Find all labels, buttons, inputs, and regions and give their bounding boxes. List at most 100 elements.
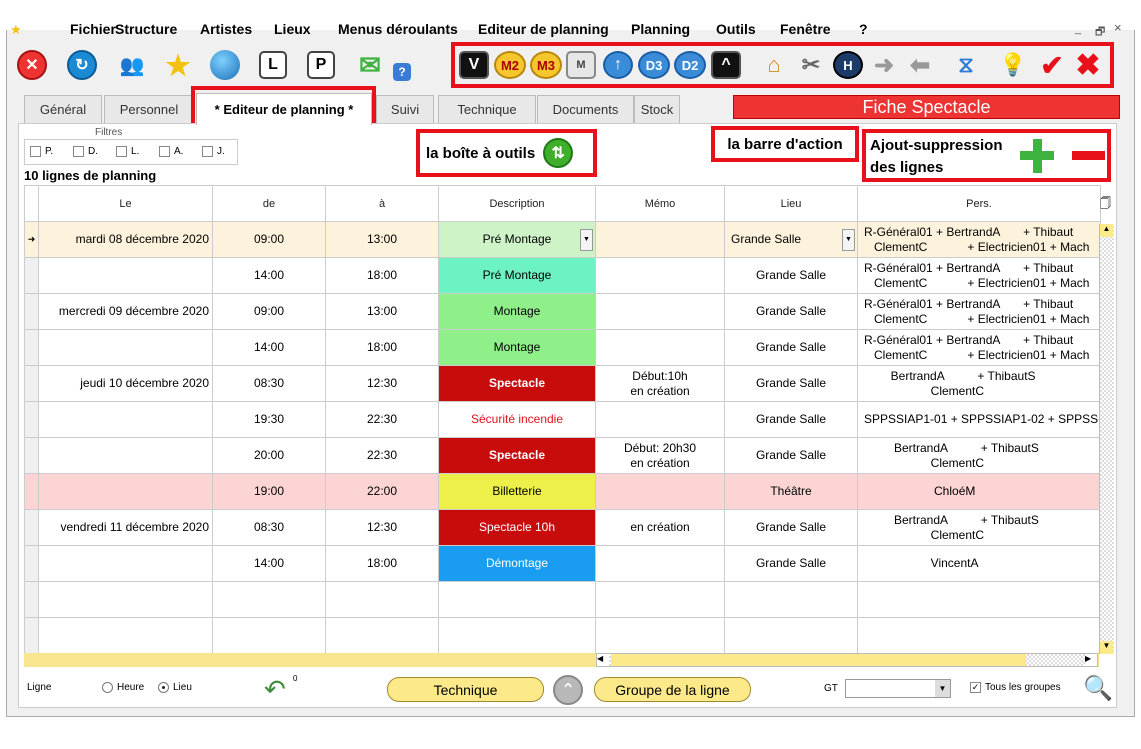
filter-1[interactable]: D. <box>73 146 98 157</box>
cell-memo[interactable] <box>595 617 725 654</box>
column-header-6[interactable]: Pers. <box>857 185 1101 222</box>
cell-a[interactable]: 18:00 <box>325 257 439 294</box>
horizontal-scrollbar[interactable]: ◀ ▶ <box>596 653 1098 667</box>
cell-lieu[interactable]: Grande Salle <box>724 293 858 330</box>
menu-4[interactable]: Menus déroulants <box>338 21 458 37</box>
cell-de[interactable]: 14:00 <box>212 545 326 582</box>
settings-help-button[interactable]: ? <box>390 47 414 83</box>
menu-9[interactable]: ? <box>859 21 868 37</box>
cell-lieu[interactable]: Grande Salle <box>724 329 858 366</box>
users-button[interactable]: 👥 <box>114 47 150 83</box>
vertical-scrollbar[interactable]: ▲ ▼ <box>1099 224 1114 654</box>
menu-6[interactable]: Planning <box>631 21 690 37</box>
cell-pers[interactable]: R-Général01 + BertrandA + Thibaut Clemen… <box>857 329 1101 366</box>
row-indicator[interactable] <box>24 437 39 474</box>
cell-le[interactable] <box>38 617 213 654</box>
m-button[interactable]: M <box>563 47 599 83</box>
cell-lieu[interactable]: Grande Salle ▼ <box>724 221 858 258</box>
menu-1[interactable]: Structure <box>115 21 177 37</box>
column-header-1[interactable]: de <box>212 185 326 222</box>
cell-a[interactable]: 22:30 <box>325 437 439 474</box>
chevron-down-icon[interactable]: ▼ <box>580 229 593 251</box>
table-row[interactable]: vendredi 11 décembre 2020 08:30 12:30 Spect… <box>24 509 1101 546</box>
cell-de[interactable]: 09:00 <box>212 293 326 330</box>
cell-lieu[interactable]: Grande Salle <box>724 545 858 582</box>
row-indicator[interactable] <box>24 473 39 510</box>
tab-1[interactable]: Personnel <box>104 95 194 123</box>
cell-lieu[interactable]: Grande Salle <box>724 365 858 402</box>
radio-heure[interactable]: Heure <box>102 682 144 693</box>
tab-6[interactable]: Stock <box>634 95 680 123</box>
filter-0[interactable]: P. <box>30 146 53 157</box>
radio-lieu[interactable]: Lieu <box>158 682 192 693</box>
column-header-0[interactable]: Le <box>38 185 213 222</box>
cell-pers[interactable]: BertrandA + ThibautS ClementC <box>857 437 1101 474</box>
window-close-icon[interactable]: × <box>1114 20 1122 35</box>
groupe-ligne-button[interactable]: Groupe de la ligne <box>594 677 751 702</box>
cell-de[interactable]: 14:00 <box>212 329 326 366</box>
row-indicator[interactable] <box>24 293 39 330</box>
cell-desc[interactable]: Spectacle <box>438 365 596 402</box>
d2-button[interactable]: D2 <box>672 47 708 83</box>
arrow-left-button[interactable]: ⬅ <box>902 47 938 83</box>
globe-button[interactable] <box>207 47 243 83</box>
cell-memo[interactable] <box>595 545 725 582</box>
d3-button[interactable]: D3 <box>636 47 672 83</box>
cell-a[interactable]: 18:00 <box>325 545 439 582</box>
cell-de[interactable] <box>212 617 326 654</box>
cell-pers[interactable]: BertrandA + ThibautS ClementC <box>857 509 1101 546</box>
filter-4[interactable]: J. <box>202 146 225 157</box>
h-button[interactable]: H <box>830 47 866 83</box>
cell-desc[interactable] <box>438 581 596 618</box>
cell-memo[interactable] <box>595 293 725 330</box>
table-row[interactable]: 14:00 18:00 Démontage Grande Salle VincentA <box>24 545 1101 582</box>
toolbox-icon[interactable]: ⇅ <box>543 138 574 168</box>
cell-a[interactable]: 12:30 <box>325 365 439 402</box>
cell-memo[interactable]: Début: 20h30 en création <box>595 437 725 474</box>
cell-lieu[interactable]: Théâtre <box>724 473 858 510</box>
tab-0[interactable]: Général <box>24 95 102 123</box>
tools-button[interactable]: ✂ <box>793 47 829 83</box>
chevron-down-icon[interactable]: ▼ <box>842 229 855 251</box>
column-header-5[interactable]: Lieu <box>724 185 858 222</box>
arrow-right-button[interactable]: ➜ <box>866 47 902 83</box>
column-header-2[interactable]: à <box>325 185 439 222</box>
cell-memo[interactable]: Début:10h en création <box>595 365 725 402</box>
menu-8[interactable]: Fenêtre <box>780 21 831 37</box>
collapse-up-button[interactable]: ⌃ <box>553 675 583 705</box>
undo-button[interactable]: ↶ <box>264 676 286 702</box>
technique-button[interactable]: Technique <box>387 677 544 702</box>
table-row[interactable] <box>24 581 1101 618</box>
cell-desc[interactable]: Billetterie <box>438 473 596 510</box>
cell-lieu[interactable]: Grande Salle <box>724 437 858 474</box>
column-chooser-icon[interactable]: 🗍 <box>1100 195 1111 214</box>
cell-le[interactable]: jeudi 10 décembre 2020 <box>38 365 213 402</box>
restore-icon[interactable]: 🗗 <box>1095 23 1105 42</box>
row-indicator[interactable] <box>24 545 39 582</box>
cell-a[interactable] <box>325 617 439 654</box>
row-indicator[interactable] <box>24 617 39 654</box>
cell-memo[interactable] <box>595 581 725 618</box>
envelope-button[interactable]: ✉ <box>352 47 388 83</box>
cell-lieu[interactable]: Grande Salle <box>724 401 858 438</box>
cancel-button[interactable]: ✖ <box>1070 47 1106 83</box>
filter-3[interactable]: A. <box>159 146 183 157</box>
row-indicator[interactable] <box>24 581 39 618</box>
cell-pers[interactable] <box>857 581 1101 618</box>
star-button[interactable]: ★ <box>160 47 196 83</box>
l-doc-button[interactable]: L <box>255 47 291 83</box>
filter-2[interactable]: L. <box>116 146 139 157</box>
cell-de[interactable]: 08:30 <box>212 365 326 402</box>
cell-memo[interactable] <box>595 401 725 438</box>
house-tools-button[interactable]: ⌂ <box>756 47 792 83</box>
menu-2[interactable]: Artistes <box>200 21 252 37</box>
search-tools-icon[interactable]: 🔍 <box>1083 674 1113 703</box>
cell-pers[interactable]: R-Général01 + BertrandA + Thibaut Clemen… <box>857 257 1101 294</box>
cell-le[interactable] <box>38 545 213 582</box>
cell-desc[interactable]: Spectacle <box>438 437 596 474</box>
row-indicator[interactable] <box>24 401 39 438</box>
cell-a[interactable]: 13:00 <box>325 221 439 258</box>
cell-desc[interactable]: Montage <box>438 293 596 330</box>
remove-line-button[interactable] <box>1072 151 1105 160</box>
tab-5[interactable]: Documents <box>537 95 634 123</box>
